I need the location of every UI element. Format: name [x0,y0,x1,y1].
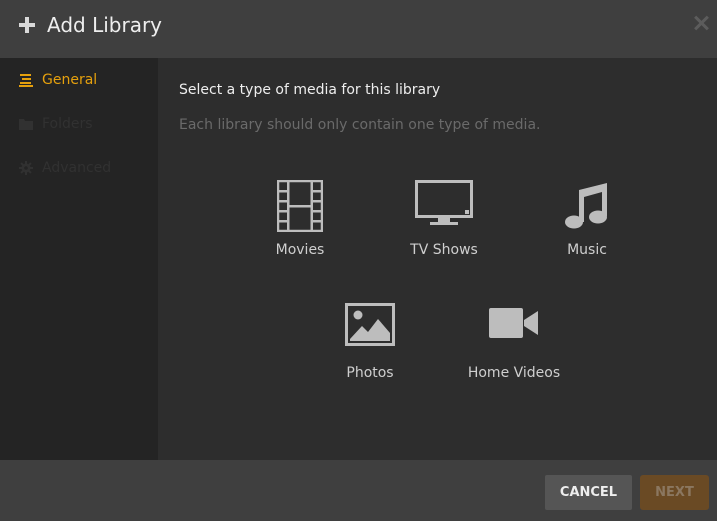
media-type-music[interactable]: Music [527,180,647,280]
sidebar-item-advanced[interactable]: Advanced [0,146,158,190]
media-type-photos[interactable]: Photos [310,303,430,403]
media-type-tv-shows[interactable]: TV Shows [384,180,504,280]
media-type-home-videos[interactable]: Home Videos [454,303,574,403]
folder-icon [19,119,33,130]
sidebar-item-label: Advanced [42,160,112,176]
close-icon[interactable] [693,15,709,31]
cancel-button[interactable]: CANCEL [545,475,632,510]
next-button[interactable]: NEXT [640,475,709,510]
media-type-label: Music [567,242,607,258]
dialog-footer: CANCEL NEXT [0,460,717,521]
gear-icon [19,161,33,175]
dialog-header: Add Library [0,0,717,58]
photo-icon [345,303,395,346]
music-note-icon [565,183,607,229]
list-icon [19,74,33,87]
section-hint: Each library should only contain one typ… [179,117,541,133]
media-type-movies[interactable]: Movies [240,180,360,280]
dialog-title: Add Library [47,13,163,37]
tv-icon [415,180,473,225]
plus-icon [19,17,35,33]
sidebar-item-general[interactable]: General [0,58,158,102]
media-type-label: Photos [346,365,394,381]
add-library-dialog: Add Library General Folders Advanced Sel… [0,0,717,521]
media-type-label: Home Videos [467,365,561,381]
media-type-label: TV Shows [410,242,478,258]
sidebar-item-folders[interactable]: Folders [0,102,158,146]
main-panel: Select a type of media for this library … [158,58,717,460]
sidebar-item-label: Folders [42,116,93,132]
sidebar: General Folders Advanced [0,58,158,460]
film-icon [277,180,323,232]
section-heading: Select a type of media for this library [179,82,441,98]
video-camera-icon [489,308,538,338]
sidebar-item-label: General [42,72,98,88]
media-type-label: Movies [275,242,325,258]
